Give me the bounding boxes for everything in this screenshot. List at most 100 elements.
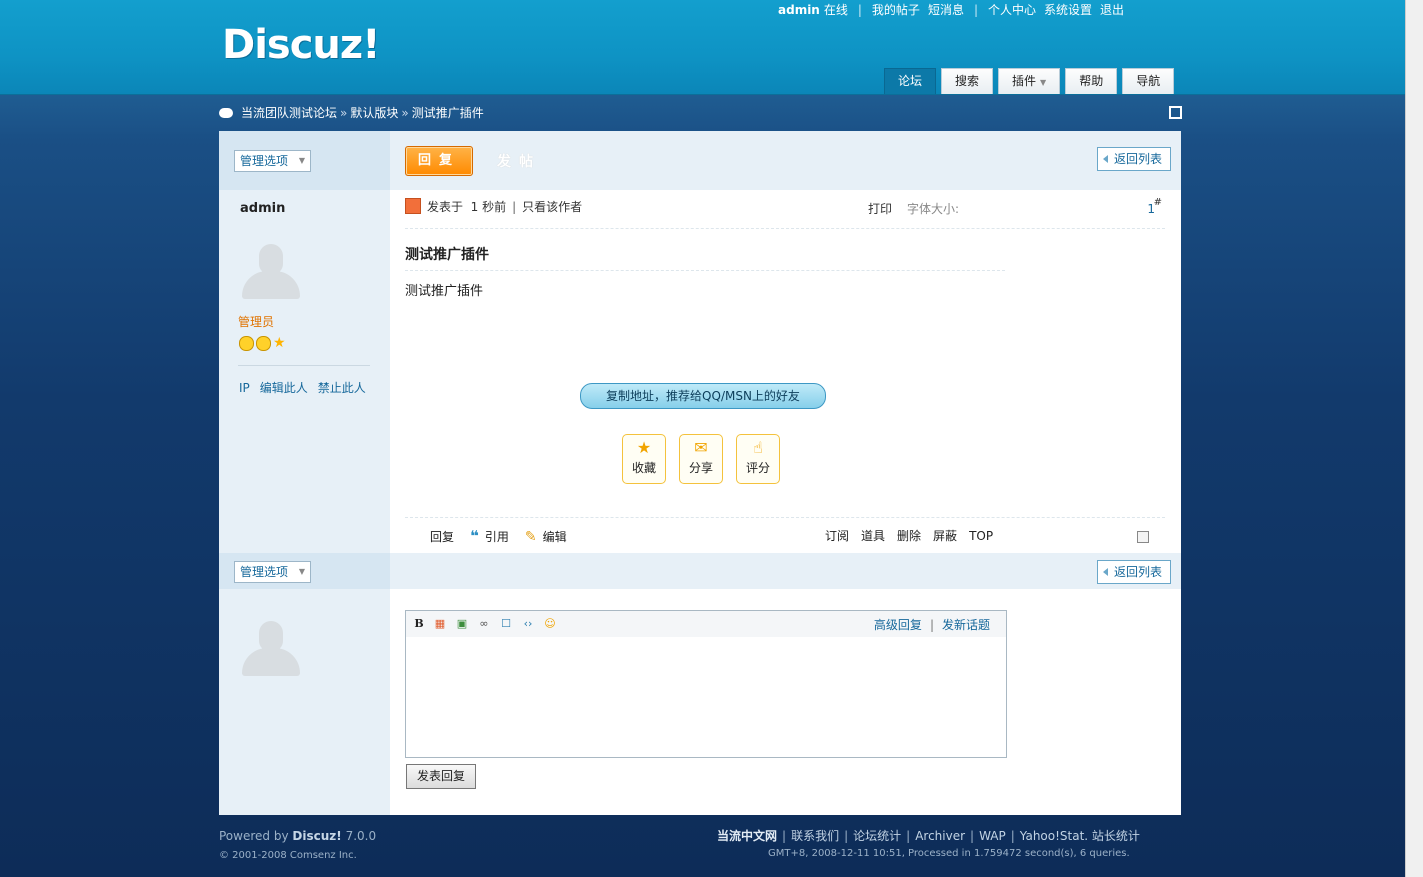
wap-link[interactable]: WAP <box>979 829 1006 843</box>
copy-link-button[interactable]: 复制地址，推荐给QQ/MSN上的好友 <box>580 383 826 409</box>
code-icon[interactable]: ‹› <box>521 617 535 631</box>
username-link[interactable]: admin <box>778 3 820 17</box>
image-icon[interactable]: ▣ <box>455 617 469 631</box>
only-author-link[interactable]: 只看该作者 <box>522 200 582 214</box>
star-icon: ★ <box>273 335 286 351</box>
quote-bubble-icon[interactable]: ☐ <box>499 617 513 631</box>
new-post-button[interactable]: 发帖 <box>497 151 541 171</box>
emoticon-icon[interactable]: ☺ <box>543 617 557 631</box>
envelope-icon: ✉ <box>694 438 708 457</box>
toggle-width-icon[interactable] <box>1169 106 1182 119</box>
bold-button[interactable]: B <box>412 617 426 631</box>
avatar-head <box>259 244 283 274</box>
select-post-checkbox[interactable] <box>1137 531 1149 543</box>
post-meta: 发表于 1 秒前 | 只看该作者 打印 字体大小: 1 # <box>405 197 1165 218</box>
site-link[interactable]: 当流中文网 <box>717 829 777 843</box>
thread-panel: 管理选项 ▼ 回复 发帖 返回列表 admin 管理员 ★ IP 编辑此人 禁止此人 … <box>219 131 1181 815</box>
share-label: 分享 <box>688 461 713 475</box>
my-posts-link[interactable]: 我的帖子 <box>872 3 920 17</box>
settings-link[interactable]: 系统设置 <box>1044 3 1092 17</box>
avatar <box>240 618 302 676</box>
link-icon[interactable]: ∞ <box>477 617 491 631</box>
edit-user-link[interactable]: 编辑此人 <box>260 381 308 395</box>
ip-link[interactable]: IP <box>239 381 250 395</box>
favorite-button[interactable]: ★ 收藏 <box>622 434 666 484</box>
divider: | <box>970 829 975 843</box>
favorite-label: 收藏 <box>631 461 656 475</box>
tools-link[interactable]: 道具 <box>861 529 885 543</box>
ban-user-link[interactable]: 禁止此人 <box>318 381 366 395</box>
quick-reply-editor: B ▦ ▣ ∞ ☐ ‹› ☺ 高级回复 | 发新话题 <box>405 610 1007 758</box>
quote-link[interactable]: 引用 <box>485 530 509 544</box>
chevron-down-icon: ▼ <box>298 156 306 165</box>
tab-plugins[interactable]: 插件 ▼ <box>998 68 1061 94</box>
post-actions: ★ 收藏 ✉ 分享 ☝ 评分 <box>622 434 793 484</box>
online-status: 在线 <box>823 3 848 17</box>
avatar[interactable] <box>240 241 302 299</box>
back-to-list-button[interactable]: 返回列表 <box>1096 147 1171 171</box>
arrow-left-icon <box>1102 155 1108 163</box>
new-topic-link[interactable]: 发新话题 <box>942 618 990 632</box>
back-to-list-button-bottom[interactable]: 返回列表 <box>1096 560 1171 584</box>
divider: | <box>929 618 934 632</box>
stats-link[interactable]: 论坛统计 <box>853 829 901 843</box>
scrollbar[interactable] <box>1405 0 1423 877</box>
author-name[interactable]: admin <box>240 201 285 216</box>
user-center-link[interactable]: 个人中心 <box>988 3 1036 17</box>
quote-icon: ❝ <box>470 527 479 545</box>
contact-link[interactable]: 联系我们 <box>791 829 839 843</box>
breadcrumb-separator: » <box>340 106 348 120</box>
powered-name[interactable]: Discuz! <box>292 829 341 843</box>
post-ops-right: 订阅 道具 删除 屏蔽 TOP <box>825 527 1005 544</box>
reply-button[interactable]: 回复 <box>405 146 473 176</box>
manage-options-label: 管理选项 <box>240 565 289 579</box>
edit-link[interactable]: 编辑 <box>543 530 567 544</box>
manage-options-select-bottom[interactable]: 管理选项 ▼ <box>234 561 312 583</box>
speech-bubble-icon <box>219 108 233 118</box>
tab-plugins-label: 插件 <box>1012 74 1037 88</box>
post-ops-left: 回复 ❝ 引用 ✎ 编辑 <box>430 527 583 545</box>
print-link[interactable]: 打印 <box>868 200 892 217</box>
author-sidebar <box>219 131 390 815</box>
chevron-down-icon: ▼ <box>298 567 306 576</box>
logout-link[interactable]: 退出 <box>1100 3 1124 17</box>
star-icon: ★ <box>636 438 652 457</box>
avatar-head <box>259 621 283 651</box>
logo[interactable]: Discuz! <box>222 22 380 68</box>
subscribe-link[interactable]: 订阅 <box>825 529 849 543</box>
tab-help[interactable]: 帮助 <box>1065 68 1118 94</box>
rate-button[interactable]: ☝ 评分 <box>736 434 780 484</box>
delete-link[interactable]: 删除 <box>897 529 921 543</box>
tab-navigation[interactable]: 导航 <box>1122 68 1175 94</box>
yahoo-stat-link[interactable]: Yahoo!Stat. 站长统计 <box>1020 829 1140 843</box>
breadcrumb-board[interactable]: 默认版块 <box>350 106 398 120</box>
color-grid-icon[interactable]: ▦ <box>433 617 447 631</box>
divider: | <box>844 829 849 843</box>
back-to-list-label: 返回列表 <box>1113 565 1162 579</box>
post-body: 测试推广插件 <box>405 284 484 299</box>
divider: | <box>973 3 978 17</box>
advanced-reply-link[interactable]: 高级回复 <box>874 618 922 632</box>
submit-reply-button[interactable]: 发表回复 <box>406 764 476 789</box>
rank-icons: ★ <box>239 336 286 351</box>
reply-textarea[interactable] <box>406 637 1006 757</box>
powered-prefix: Powered by <box>219 829 289 843</box>
user-icon <box>405 198 421 214</box>
tab-search[interactable]: 搜索 <box>941 68 994 94</box>
reply-link[interactable]: 回复 <box>430 530 454 544</box>
breadcrumb-thread[interactable]: 测试推广插件 <box>412 106 484 120</box>
block-link[interactable]: 屏蔽 <box>933 529 957 543</box>
messages-link[interactable]: 短消息 <box>928 3 964 17</box>
powered-by: Powered by Discuz! 7.0.0 <box>219 829 376 843</box>
tab-forum[interactable]: 论坛 <box>884 68 937 94</box>
breadcrumb-forum[interactable]: 当流团队测试论坛 <box>241 106 337 120</box>
arrow-left-icon <box>1102 568 1108 576</box>
floor-mark: # <box>1153 197 1162 208</box>
footer-links: 当流中文网 | 联系我们 | 论坛统计 | Archiver | WAP | Yahoo!Stat.… <box>717 827 1140 844</box>
archiver-link[interactable]: Archiver <box>915 829 965 843</box>
smiley-icon <box>239 336 254 351</box>
top-link[interactable]: TOP <box>969 529 993 543</box>
share-button[interactable]: ✉ 分享 <box>679 434 723 484</box>
manage-options-select[interactable]: 管理选项 ▼ <box>234 150 312 172</box>
posted-time: 1 秒前 <box>470 200 507 214</box>
